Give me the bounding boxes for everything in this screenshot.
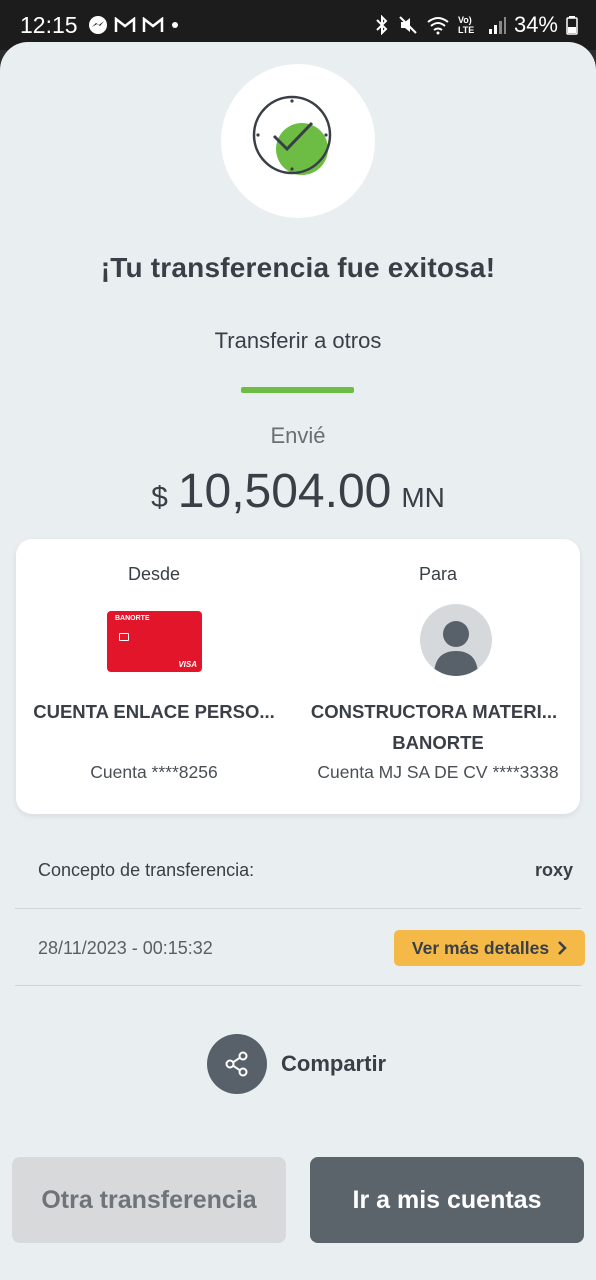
messenger-icon [88,16,107,34]
card-network: VISA [178,660,197,669]
transfer-summary-card: Desde BANORTE VISA CUENTA ENLACE PERSO..… [16,539,580,814]
from-label: Desde [127,564,181,584]
divider [15,908,581,909]
success-check-icon [252,95,332,175]
battery-icon [566,16,578,35]
bluetooth-icon [376,15,388,35]
card-chip-icon [119,633,129,641]
bank-card-image: BANORTE VISA [107,611,202,672]
divider [15,985,581,986]
from-account-number: Cuenta ****8256 [90,762,218,782]
currency-symbol: $ [151,481,168,514]
chevron-right-icon [558,941,567,955]
user-icon [434,621,478,676]
more-details-button[interactable]: Ver más detalles [394,930,585,966]
more-details-label: Ver más detalles [411,937,550,958]
new-transfer-button[interactable]: Otra transferencia [12,1157,286,1243]
status-left: 12:15 [20,12,180,39]
to-label: Para [418,564,458,584]
gmail-icon [142,17,163,32]
card-brand: BANORTE [115,615,150,622]
from-account: Desde BANORTE VISA CUENTA ENLACE PERSO..… [16,539,292,814]
mute-icon [399,16,417,34]
from-account-name: CUENTA ENLACE PERSO... [33,701,275,722]
share-icon [225,1051,248,1077]
to-account: Para CONSTRUCTORA MATERI... BANORTE Cuen… [296,539,580,814]
share-icon-container [207,1034,267,1094]
amount-display: $ 10,504.00 MN [0,464,596,519]
gmail-icon [114,17,135,32]
battery-percent: 34% [513,12,558,37]
accent-divider [241,387,354,393]
concept-row: Concepto de transferencia: roxy [38,860,573,881]
transfer-datetime: 28/11/2023 - 00:15:32 [38,938,213,958]
success-sheet: ¡Tu transferencia fue exitosa! Transferi… [0,42,596,1280]
to-account-name: CONSTRUCTORA MATERI... [310,701,558,722]
avatar [420,604,492,676]
share-button[interactable]: Compartir [207,1034,386,1094]
status-right: Vo) LTE 34% [374,12,578,38]
currency-code: MN [401,482,445,513]
to-bank-name: BANORTE [392,732,484,753]
network-type: Vo) LTE [457,15,475,35]
go-to-accounts-button[interactable]: Ir a mis cuentas [310,1157,584,1243]
concept-label: Concepto de transferencia: [38,860,255,880]
success-badge [221,64,375,218]
status-time: 12:15 [20,11,78,38]
page-title: ¡Tu transferencia fue exitosa! [100,252,496,283]
to-account-number: Cuenta MJ SA DE CV ****3338 [317,762,559,782]
dot-icon [171,22,178,28]
amount-value: 10,504.00 [177,465,392,518]
transfer-type: Transferir a otros [214,328,382,353]
wifi-icon [427,17,449,35]
concept-value: roxy [534,860,573,880]
signal-icon [488,17,506,34]
sent-label: Envié [270,423,326,448]
notification-icons [88,15,180,35]
share-label: Compartir [281,1051,387,1076]
